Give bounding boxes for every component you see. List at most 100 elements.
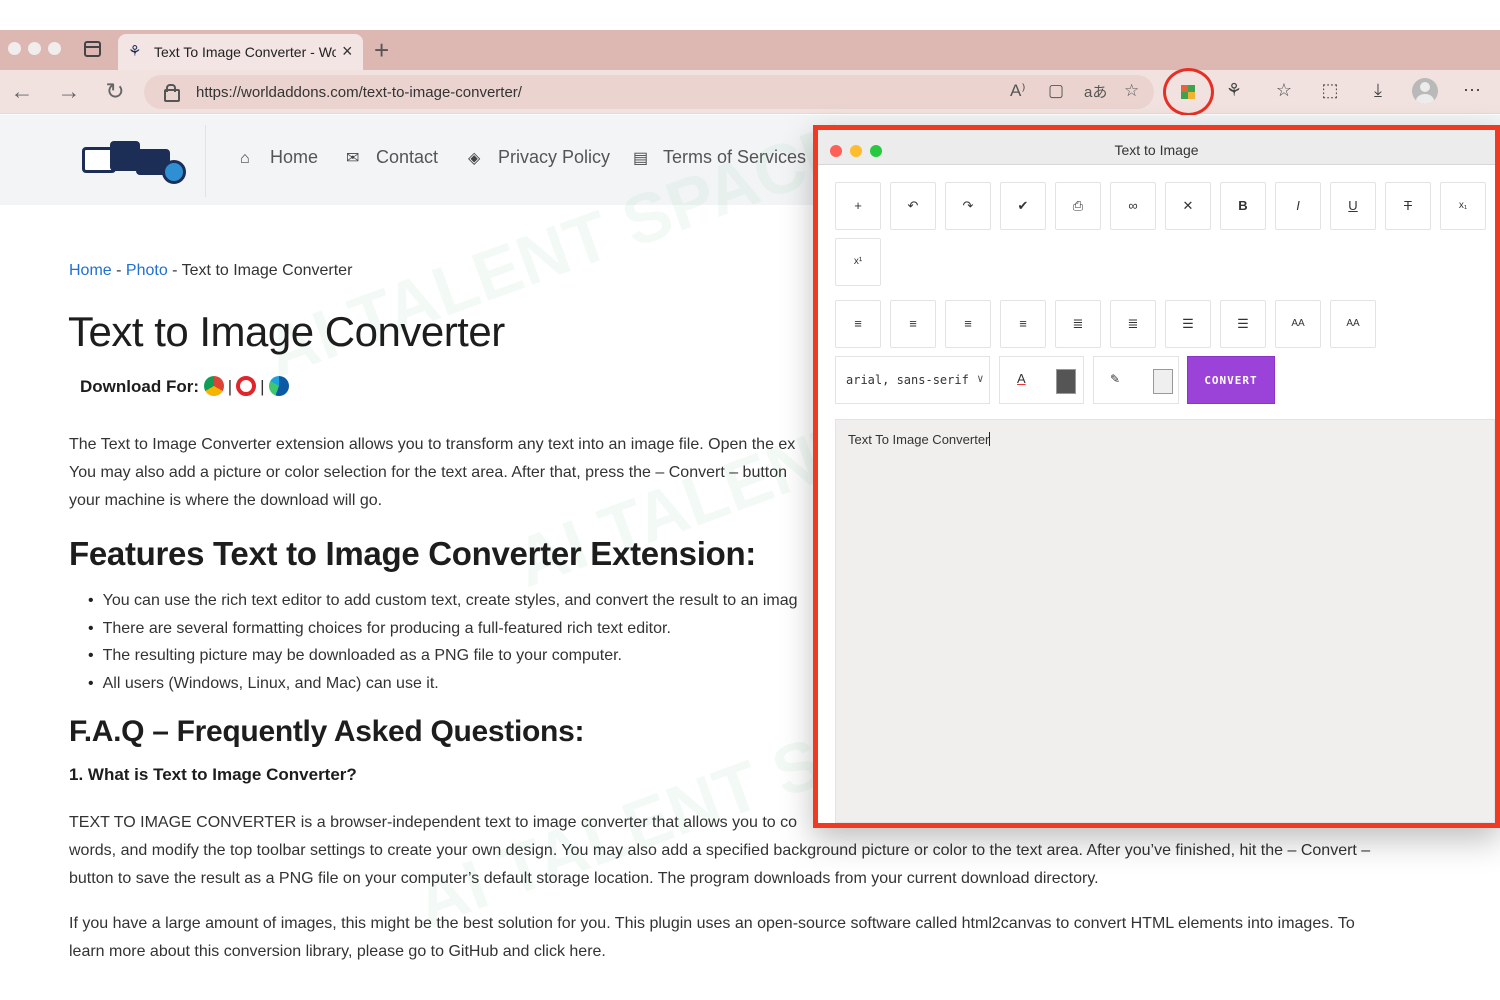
font-family-select[interactable]: arial, sans-serif ∨	[835, 356, 990, 404]
active-tab[interactable]: ⚘ Text To Image Converter - Wor ×	[118, 34, 363, 70]
background-color-swatch[interactable]	[1153, 369, 1173, 394]
undo-button[interactable]: ↶	[890, 182, 936, 230]
translate-icon[interactable]: aあ	[1084, 81, 1107, 102]
check-button[interactable]: ✔	[1000, 182, 1046, 230]
clear-format-button[interactable]: ✕	[1165, 182, 1211, 230]
window-zoom-button[interactable]	[48, 42, 61, 55]
text-caret	[989, 432, 991, 446]
browser-tab-bar: ⚘ Text To Image Converter - Wor × +	[0, 30, 1500, 70]
immersive-reader-icon[interactable]: ▢	[1048, 81, 1064, 101]
background-color-picker[interactable]: ✎	[1093, 356, 1179, 404]
features-heading: Features Text to Image Converter Extensi…	[69, 535, 756, 572]
align-left-button[interactable]: ≡	[835, 300, 881, 348]
nav-home[interactable]: ⌂ Home	[240, 147, 318, 168]
feature-item: You can use the rich text editor to add …	[88, 587, 798, 615]
breadcrumb-home[interactable]: Home	[69, 262, 112, 280]
bold-button[interactable]: B	[1220, 182, 1266, 230]
read-aloud-icon[interactable]: A⁾	[1010, 81, 1026, 101]
decrease-font-button[interactable]: AA	[1275, 300, 1321, 348]
tab-close-icon[interactable]: ×	[342, 41, 353, 62]
new-tab-button[interactable]: +	[374, 35, 389, 66]
paragraph-line: If you have a large amount of images, th…	[69, 915, 1355, 932]
chrome-icon[interactable]	[203, 376, 224, 396]
window-close-button[interactable]	[8, 42, 21, 55]
text-color-icon: A	[1017, 371, 1026, 386]
nav-contact-label[interactable]: Contact	[376, 147, 438, 167]
profile-avatar[interactable]	[1412, 78, 1438, 104]
nav-contact[interactable]: ✉ Contact	[346, 147, 438, 168]
highlight-pen-icon: ✎	[1110, 372, 1121, 386]
logo-globe	[162, 160, 186, 184]
underline-button[interactable]: U	[1330, 182, 1376, 230]
edge-icon[interactable]	[268, 376, 289, 396]
align-center-button[interactable]: ≡	[890, 300, 936, 348]
editor-content[interactable]: Text To Image Converter	[848, 432, 991, 447]
favorites-icon[interactable]: ☆	[1272, 80, 1296, 101]
insert-button[interactable]: +	[835, 182, 881, 230]
popup-titlebar: Text to Image	[818, 130, 1495, 165]
document-icon: ▤	[633, 150, 649, 167]
redo-button[interactable]: ↷	[945, 182, 991, 230]
extension-highlight-circle	[1163, 68, 1214, 116]
breadcrumb-current: Text to Image Converter	[181, 262, 353, 279]
faq-heading: F.A.Q – Frequently Asked Questions:	[69, 715, 585, 748]
nav-privacy-policy[interactable]: ◈ Privacy Policy	[468, 147, 610, 168]
window-minimize-button[interactable]	[28, 42, 41, 55]
convert-button[interactable]: CONVERT	[1187, 356, 1275, 404]
rich-text-editor[interactable]: Text To Image Converter	[835, 419, 1495, 823]
back-button[interactable]: ←	[8, 77, 36, 105]
text-color-picker[interactable]: A	[999, 356, 1084, 404]
nav-home-label[interactable]: Home	[270, 147, 318, 167]
more-icon[interactable]: ⋯	[1460, 80, 1484, 101]
url-text[interactable]: https://worldaddons.com/text-to-image-co…	[196, 84, 522, 101]
lock-icon[interactable]	[164, 84, 180, 102]
address-bar[interactable]: https://worldaddons.com/text-to-image-co…	[144, 75, 1154, 109]
breadcrumb-sep: -	[111, 262, 126, 279]
page-title: Text to Image Converter	[68, 308, 505, 355]
reload-button[interactable]: ↻	[101, 77, 129, 105]
strikethrough-button[interactable]: T	[1385, 182, 1431, 230]
link-button[interactable]: ∞	[1110, 182, 1156, 230]
align-right-button[interactable]: ≡	[945, 300, 991, 348]
forward-button[interactable]: →	[55, 77, 83, 105]
bulleted-list-button[interactable]: ☰	[1165, 300, 1211, 348]
envelope-icon: ✉	[346, 150, 360, 167]
favorite-add-icon[interactable]: ☆	[1124, 81, 1139, 101]
chevron-down-icon: ∨	[977, 372, 984, 385]
intro-line: your machine is where the download will …	[69, 492, 383, 509]
second-paragraph: If you have a large amount of images, th…	[69, 910, 1355, 966]
italic-button[interactable]: I	[1275, 182, 1321, 230]
paragraph-line: learn more about this conversion library…	[69, 943, 606, 960]
text-color-swatch[interactable]	[1056, 369, 1076, 394]
downloads-icon[interactable]: ⤓	[1366, 80, 1390, 101]
collections-icon[interactable]: ⬚	[1318, 80, 1342, 101]
intro-line: You may also add a picture or color sele…	[69, 464, 788, 481]
indent-button[interactable]: ≣	[1055, 300, 1101, 348]
superscript-button[interactable]: x¹	[835, 238, 881, 286]
intro-line: The Text to Image Converter extension al…	[69, 436, 796, 453]
numbered-list-button[interactable]: ☰	[1220, 300, 1266, 348]
subscript-button[interactable]: x₁	[1440, 182, 1486, 230]
features-list: You can use the rich text editor to add …	[88, 587, 798, 697]
extensions-icon[interactable]: ⚘	[1222, 80, 1246, 101]
faq-answer-line: words, and modify the top toolbar settin…	[69, 842, 1371, 859]
opera-icon[interactable]	[236, 376, 257, 396]
nav-terms-label[interactable]: Terms of Services	[663, 147, 806, 167]
site-logo[interactable]	[68, 125, 206, 197]
graduation-cap-icon: ◈	[468, 150, 481, 167]
justify-button[interactable]: ≡	[1000, 300, 1046, 348]
print-button[interactable]: ⎙	[1055, 182, 1101, 230]
browser-toolbar: ← → ↻ https://worldaddons.com/text-to-im…	[0, 68, 1500, 116]
increase-font-button[interactable]: AA	[1330, 300, 1376, 348]
feature-item: The resulting picture may be downloaded …	[88, 642, 798, 670]
breadcrumb-photo[interactable]: Photo	[126, 262, 168, 280]
outdent-button[interactable]: ≣	[1110, 300, 1156, 348]
nav-privacy-label[interactable]: Privacy Policy	[498, 147, 610, 167]
feature-item: There are several formatting choices for…	[88, 615, 798, 643]
nav-terms[interactable]: ▤ Terms of Services	[633, 147, 806, 168]
download-for: Download For: | |	[80, 376, 289, 397]
font-family-value: arial, sans-serif	[846, 373, 969, 387]
tab-actions-icon[interactable]	[84, 41, 101, 57]
text-to-image-extension-icon[interactable]	[1181, 85, 1195, 99]
screen: ⚘ Text To Image Converter - Wor × + ← → …	[0, 0, 1500, 1000]
